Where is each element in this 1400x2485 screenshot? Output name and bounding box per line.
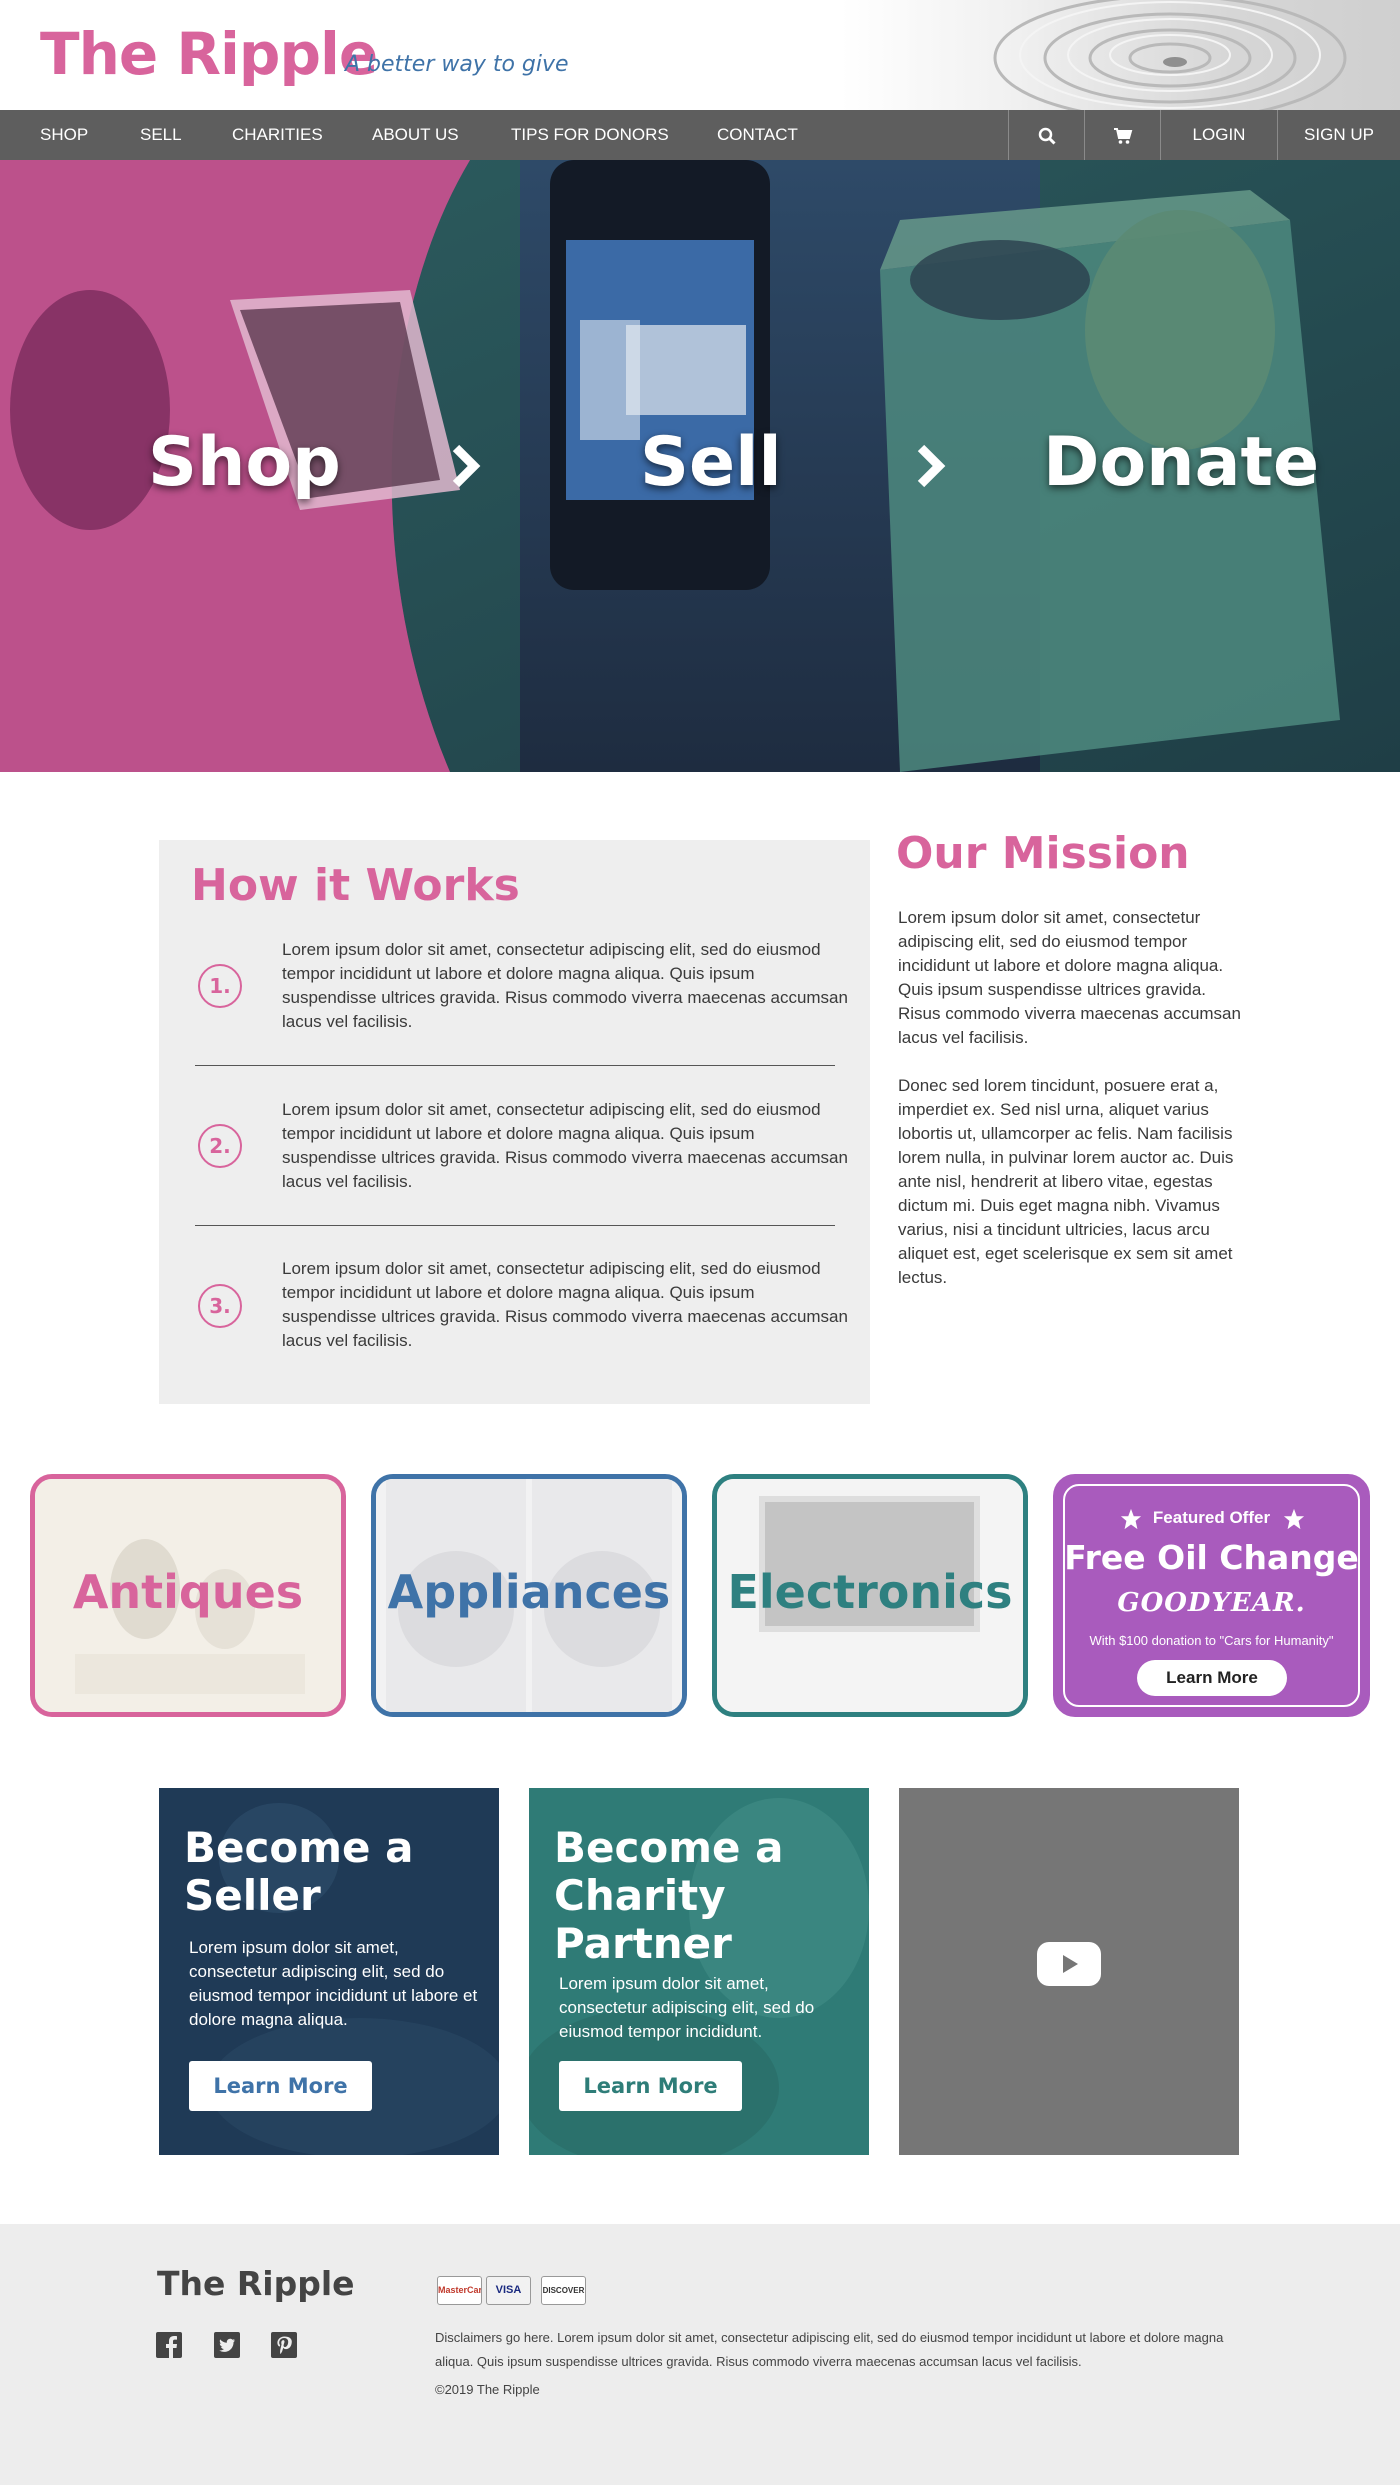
category-label: Antiques xyxy=(72,1565,304,1619)
promo-title: Become a Seller xyxy=(184,1823,414,1920)
promo-title: Become a Charity Partner xyxy=(554,1823,784,1968)
how-it-works-panel: How it Works 1. Lorem ipsum dolor sit am… xyxy=(159,840,870,1404)
play-icon xyxy=(1063,1955,1078,1973)
step-divider xyxy=(195,1225,835,1226)
featured-offer-card[interactable]: Featured Offer Free Oil Change GOODYEAR.… xyxy=(1053,1474,1370,1717)
mission-paragraph: Donec sed lorem tincidunt, posuere erat … xyxy=(898,1076,1234,1287)
step-text: Lorem ipsum dolor sit amet, consectetur … xyxy=(282,1100,848,1191)
become-charity-partner-panel: Become a Charity Partner Lorem ipsum dol… xyxy=(529,1788,869,2155)
signup-button[interactable]: SIGN UP xyxy=(1277,110,1400,160)
visa-icon: VISA xyxy=(486,2276,531,2305)
become-seller-panel: Become a Seller Lorem ipsum dolor sit am… xyxy=(159,1788,499,2155)
hero-step-donate[interactable]: Donate xyxy=(1043,423,1319,502)
step-number: 3. xyxy=(198,1284,242,1328)
promo-text: Lorem ipsum dolor sit amet, consectetur … xyxy=(189,1938,478,2029)
discover-icon: DISCOVER xyxy=(541,2276,586,2305)
step-number: 2. xyxy=(198,1124,242,1168)
category-card-appliances[interactable]: Appliances xyxy=(371,1474,687,1717)
play-button[interactable] xyxy=(1037,1942,1101,1986)
nav-item-about-us[interactable]: ABOUT US xyxy=(372,110,459,160)
twitter-icon[interactable] xyxy=(214,2332,240,2358)
featured-offer-heading: Featured Offer xyxy=(1152,1508,1271,1527)
search-button[interactable] xyxy=(1008,110,1084,160)
nav-item-sell[interactable]: SELL xyxy=(140,110,182,160)
search-icon xyxy=(1038,127,1056,145)
site-tagline: A better way to give xyxy=(345,52,569,77)
step-text: Lorem ipsum dolor sit amet, consectetur … xyxy=(282,940,848,1031)
footer-copyright: ©2019 The Ripple xyxy=(435,2382,540,2397)
hero-step-shop[interactable]: Shop xyxy=(148,423,341,502)
site-footer: The Ripple MasterCard VISA DISCOVER Disc… xyxy=(0,2224,1400,2485)
nav-item-contact[interactable]: CONTACT xyxy=(717,110,798,160)
nav-item-charities[interactable]: CHARITIES xyxy=(232,110,323,160)
video-player[interactable] xyxy=(899,1788,1239,2155)
nav-item-tips-for-donors[interactable]: TIPS FOR DONORS xyxy=(511,110,669,160)
site-logo[interactable]: The Ripple xyxy=(40,20,378,88)
hero-banner: Shop Sell Donate xyxy=(0,160,1400,772)
step-divider xyxy=(195,1065,835,1066)
facebook-icon[interactable] xyxy=(156,2332,182,2358)
chevron-right-icon xyxy=(917,444,946,488)
pinterest-icon[interactable] xyxy=(271,2332,297,2358)
cart-button[interactable] xyxy=(1084,110,1160,160)
promo-text: Lorem ipsum dolor sit amet, consectetur … xyxy=(559,1974,815,2041)
site-header: The Ripple A better way to give xyxy=(0,0,1400,110)
login-button[interactable]: LOGIN xyxy=(1160,110,1277,160)
category-label: Electronics xyxy=(727,1565,1013,1619)
seller-learn-more-button[interactable]: Learn More xyxy=(189,2061,372,2111)
goodyear-logo: GOODYEAR. xyxy=(1117,1588,1306,1618)
mission-paragraph: Lorem ipsum dolor sit amet, consectetur … xyxy=(898,908,1241,1047)
how-it-works-title: How it Works xyxy=(191,860,520,911)
main-nav: SHOP SELL CHARITIES ABOUT US TIPS FOR DO… xyxy=(0,110,1400,160)
step-number: 1. xyxy=(198,964,242,1008)
hero-step-sell[interactable]: Sell xyxy=(640,423,782,502)
mission-title: Our Mission xyxy=(896,828,1190,879)
category-card-electronics[interactable]: Electronics xyxy=(712,1474,1028,1717)
step-text: Lorem ipsum dolor sit amet, consectetur … xyxy=(282,1259,848,1350)
nav-item-shop[interactable]: SHOP xyxy=(40,110,88,160)
footer-logo[interactable]: The Ripple xyxy=(157,2264,355,2303)
mastercard-icon: MasterCard xyxy=(437,2276,482,2305)
category-card-antiques[interactable]: Antiques xyxy=(30,1474,346,1717)
featured-learn-more-button[interactable]: Learn More xyxy=(1137,1660,1287,1696)
chevron-right-icon xyxy=(452,444,481,488)
charity-learn-more-button[interactable]: Learn More xyxy=(559,2061,742,2111)
footer-disclaimer: Disclaimers go here. Lorem ipsum dolor s… xyxy=(435,2330,1224,2369)
featured-offer-title: Free Oil Change xyxy=(1064,1538,1359,1577)
ripple-banner-image xyxy=(840,0,1400,110)
category-label: Appliances xyxy=(387,1565,671,1619)
featured-offer-note: With $100 donation to "Cars for Humanity… xyxy=(1089,1633,1334,1648)
cart-icon xyxy=(1113,127,1132,144)
